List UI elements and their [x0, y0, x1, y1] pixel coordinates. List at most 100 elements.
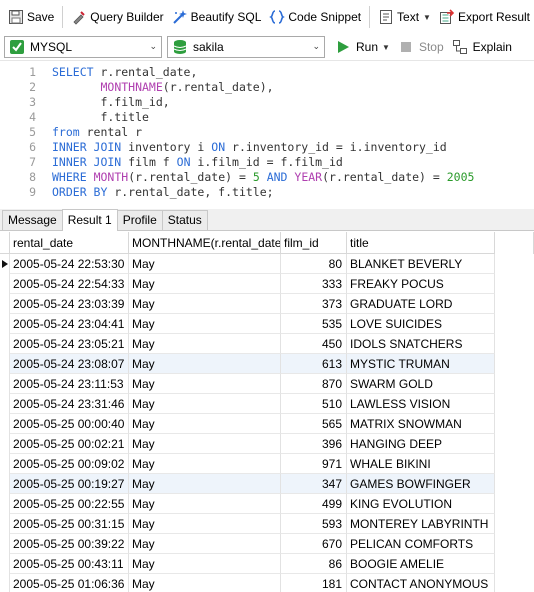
tab-status[interactable]: Status: [161, 210, 208, 230]
beautify-sql-button[interactable]: Beautify SQL: [168, 4, 266, 30]
table-row[interactable]: 2005-05-25 00:09:02 May 971 WHALE BIKINI: [0, 454, 534, 474]
table-row[interactable]: 2005-05-24 23:31:46 May 510 LAWLESS VISION: [0, 394, 534, 414]
connection-select[interactable]: MYSQL ⌄: [4, 36, 162, 58]
row-selector[interactable]: [0, 474, 10, 494]
cell-title[interactable]: HANGING DEEP: [347, 434, 495, 454]
cell-title[interactable]: LAWLESS VISION: [347, 394, 495, 414]
cell-film-id[interactable]: 565: [281, 414, 347, 434]
cell-film-id[interactable]: 535: [281, 314, 347, 334]
cell-monthname[interactable]: May: [129, 434, 281, 454]
cell-rental-date[interactable]: 2005-05-24 23:31:46: [10, 394, 129, 414]
cell-film-id[interactable]: 613: [281, 354, 347, 374]
cell-monthname[interactable]: May: [129, 414, 281, 434]
cell-rental-date[interactable]: 2005-05-25 00:09:02: [10, 454, 129, 474]
tab-message[interactable]: Message: [2, 210, 63, 230]
cell-title[interactable]: SWARM GOLD: [347, 374, 495, 394]
cell-rental-date[interactable]: 2005-05-24 23:04:41: [10, 314, 129, 334]
cell-monthname[interactable]: May: [129, 494, 281, 514]
row-selector[interactable]: [0, 374, 10, 394]
cell-monthname[interactable]: May: [129, 374, 281, 394]
cell-film-id[interactable]: 86: [281, 554, 347, 574]
column-header-rental-date[interactable]: rental_date: [10, 232, 129, 254]
row-selector[interactable]: [0, 274, 10, 294]
cell-rental-date[interactable]: 2005-05-25 00:02:21: [10, 434, 129, 454]
table-row[interactable]: 2005-05-24 23:05:21 May 450 IDOLS SNATCHERS: [0, 334, 534, 354]
table-row[interactable]: 2005-05-24 23:11:53 May 870 SWARM GOLD: [0, 374, 534, 394]
cell-rental-date[interactable]: 2005-05-25 00:00:40: [10, 414, 129, 434]
cell-monthname[interactable]: May: [129, 394, 281, 414]
table-row[interactable]: 2005-05-25 00:02:21 May 396 HANGING DEEP: [0, 434, 534, 454]
cell-title[interactable]: BOOGIE AMELIE: [347, 554, 495, 574]
table-row[interactable]: 2005-05-24 23:04:41 May 535 LOVE SUICIDES: [0, 314, 534, 334]
row-selector[interactable]: [0, 574, 10, 592]
cell-title[interactable]: MYSTIC TRUMAN: [347, 354, 495, 374]
cell-monthname[interactable]: May: [129, 574, 281, 592]
cell-title[interactable]: KING EVOLUTION: [347, 494, 495, 514]
cell-rental-date[interactable]: 2005-05-24 23:11:53: [10, 374, 129, 394]
cell-title[interactable]: WHALE BIKINI: [347, 454, 495, 474]
row-selector[interactable]: [0, 294, 10, 314]
row-selector[interactable]: [0, 454, 10, 474]
cell-monthname[interactable]: May: [129, 534, 281, 554]
cell-rental-date[interactable]: 2005-05-24 22:54:33: [10, 274, 129, 294]
save-button[interactable]: Save: [4, 4, 58, 30]
code-snippet-button[interactable]: Code Snippet: [265, 4, 365, 30]
cell-title[interactable]: FREAKY POCUS: [347, 274, 495, 294]
cell-film-id[interactable]: 670: [281, 534, 347, 554]
cell-monthname[interactable]: May: [129, 474, 281, 494]
cell-film-id[interactable]: 593: [281, 514, 347, 534]
cell-rental-date[interactable]: 2005-05-24 23:08:07: [10, 354, 129, 374]
cell-rental-date[interactable]: 2005-05-24 22:53:30: [10, 254, 129, 274]
row-selector[interactable]: [0, 514, 10, 534]
cell-monthname[interactable]: May: [129, 334, 281, 354]
row-selector[interactable]: [0, 554, 10, 574]
cell-rental-date[interactable]: 2005-05-25 01:06:36: [10, 574, 129, 592]
cell-title[interactable]: GAMES BOWFINGER: [347, 474, 495, 494]
cell-film-id[interactable]: 510: [281, 394, 347, 414]
row-selector[interactable]: [0, 354, 10, 374]
cell-monthname[interactable]: May: [129, 314, 281, 334]
cell-film-id[interactable]: 80: [281, 254, 347, 274]
table-row[interactable]: 2005-05-25 00:31:15 May 593 MONTEREY LABYRI…: [0, 514, 534, 534]
text-button[interactable]: Text ▼: [374, 4, 435, 30]
cell-monthname[interactable]: May: [129, 254, 281, 274]
table-row[interactable]: 2005-05-25 00:43:11 May 86 BOOGIE AMELIE: [0, 554, 534, 574]
table-row[interactable]: 2005-05-25 00:22:55 May 499 KING EVOLUTION: [0, 494, 534, 514]
row-selector[interactable]: [0, 394, 10, 414]
cell-title[interactable]: PELICAN COMFORTS: [347, 534, 495, 554]
row-selector[interactable]: [0, 494, 10, 514]
cell-monthname[interactable]: May: [129, 514, 281, 534]
tab-profile[interactable]: Profile: [116, 210, 163, 230]
table-row[interactable]: 2005-05-25 00:00:40 May 565 MATRIX SNOWMAN: [0, 414, 534, 434]
cell-rental-date[interactable]: 2005-05-24 23:05:21: [10, 334, 129, 354]
cell-title[interactable]: IDOLS SNATCHERS: [347, 334, 495, 354]
cell-monthname[interactable]: May: [129, 354, 281, 374]
database-select[interactable]: sakila ⌄: [167, 36, 325, 58]
cell-film-id[interactable]: 499: [281, 494, 347, 514]
cell-film-id[interactable]: 333: [281, 274, 347, 294]
table-row[interactable]: 2005-05-24 23:08:07 May 613 MYSTIC TRUMAN: [0, 354, 534, 374]
cell-rental-date[interactable]: 2005-05-25 00:43:11: [10, 554, 129, 574]
cell-film-id[interactable]: 396: [281, 434, 347, 454]
chevron-down-icon[interactable]: ▼: [423, 13, 431, 22]
row-selector[interactable]: [0, 254, 10, 274]
table-row[interactable]: 2005-05-24 22:54:33 May 333 FREAKY POCUS: [0, 274, 534, 294]
table-row[interactable]: 2005-05-25 00:39:22 May 670 PELICAN COMFORT…: [0, 534, 534, 554]
cell-film-id[interactable]: 181: [281, 574, 347, 592]
row-selector[interactable]: [0, 334, 10, 354]
chevron-down-icon[interactable]: ▼: [382, 43, 390, 52]
row-selector[interactable]: [0, 314, 10, 334]
row-selector[interactable]: [0, 434, 10, 454]
cell-title[interactable]: CONTACT ANONYMOUS: [347, 574, 495, 592]
cell-monthname[interactable]: May: [129, 294, 281, 314]
explain-button[interactable]: Explain: [448, 36, 516, 58]
table-row[interactable]: 2005-05-25 00:19:27 May 347 GAMES BOWFINGER: [0, 474, 534, 494]
tab-result-1[interactable]: Result 1: [61, 209, 118, 231]
cell-film-id[interactable]: 450: [281, 334, 347, 354]
cell-monthname[interactable]: May: [129, 454, 281, 474]
cell-rental-date[interactable]: 2005-05-25 00:19:27: [10, 474, 129, 494]
table-row[interactable]: 2005-05-24 23:03:39 May 373 GRADUATE LORD: [0, 294, 534, 314]
cell-rental-date[interactable]: 2005-05-24 23:03:39: [10, 294, 129, 314]
run-button[interactable]: Run ▼: [331, 36, 394, 58]
cell-rental-date[interactable]: 2005-05-25 00:22:55: [10, 494, 129, 514]
